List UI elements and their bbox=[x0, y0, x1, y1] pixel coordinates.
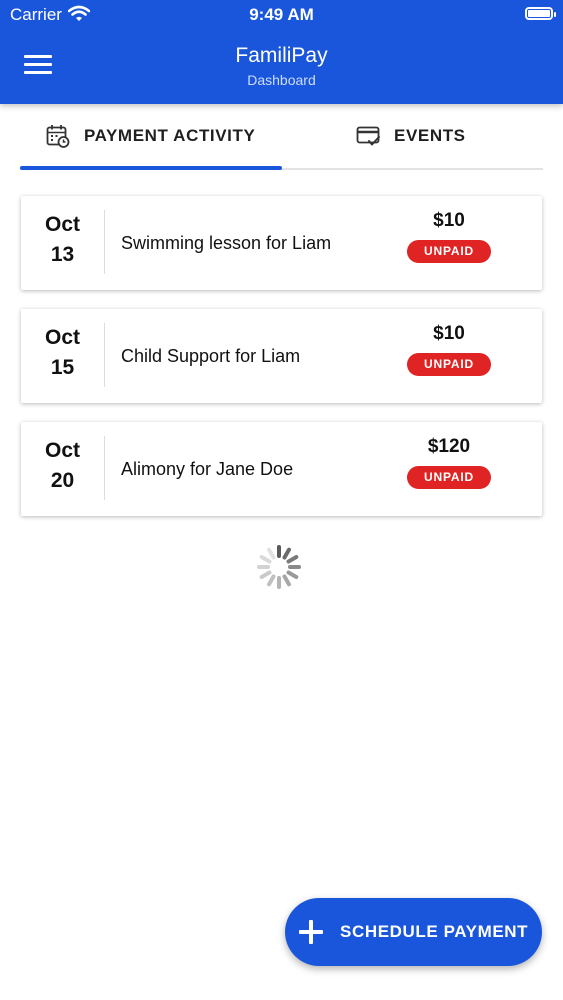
status-badge: UNPAID bbox=[407, 466, 491, 489]
payment-amount-group: $10 UNPAID bbox=[399, 323, 499, 376]
status-badge: UNPAID bbox=[407, 240, 491, 263]
schedule-payment-button[interactable]: SCHEDULE PAYMENT bbox=[285, 898, 542, 966]
battery-icon bbox=[525, 7, 556, 20]
status-badge: UNPAID bbox=[407, 353, 491, 376]
payment-description: Swimming lesson for Liam bbox=[121, 232, 332, 253]
calendar-clock-icon bbox=[46, 124, 70, 148]
schedule-payment-label: SCHEDULE PAYMENT bbox=[340, 922, 529, 941]
header-title-group: FamiliPay Dashboard bbox=[0, 44, 563, 88]
tab-payment-activity[interactable]: PAYMENT ACTIVITY bbox=[20, 104, 282, 170]
payment-amount: $10 bbox=[433, 210, 465, 231]
payment-day: 20 bbox=[50, 469, 75, 492]
payment-card[interactable]: Oct 20 Alimony for Jane Doe $120 UNPAID bbox=[21, 422, 542, 516]
active-tab-indicator bbox=[20, 166, 282, 170]
payment-card[interactable]: Oct 15 Child Support for Liam $10 UNPAID bbox=[21, 309, 542, 403]
payment-description: Child Support for Liam bbox=[121, 345, 301, 366]
card-check-icon bbox=[356, 124, 380, 148]
card-divider bbox=[104, 323, 105, 387]
payment-day: 15 bbox=[50, 356, 75, 379]
payment-day: 13 bbox=[50, 243, 75, 266]
tab-events-label: EVENTS bbox=[394, 126, 466, 145]
card-divider bbox=[104, 210, 105, 274]
app-bar: Carrier 9:49 AM FamiliPay Dashboard bbox=[0, 0, 563, 104]
payment-month: Oct bbox=[44, 439, 80, 462]
plus-icon bbox=[299, 920, 323, 944]
payment-amount-group: $10 UNPAID bbox=[399, 210, 499, 263]
status-bar: Carrier 9:49 AM bbox=[0, 0, 563, 30]
payment-date: Oct 13 bbox=[21, 196, 104, 290]
loading-spinner-icon bbox=[255, 543, 303, 591]
payment-amount-group: $120 UNPAID bbox=[399, 436, 499, 489]
payment-amount: $120 bbox=[427, 436, 471, 457]
app-title: FamiliPay bbox=[235, 44, 328, 67]
payment-card[interactable]: Oct 13 Swimming lesson for Liam $10 UNPA… bbox=[21, 196, 542, 290]
payment-date: Oct 15 bbox=[21, 309, 104, 403]
card-divider bbox=[104, 436, 105, 500]
tab-payment-activity-label: PAYMENT ACTIVITY bbox=[84, 126, 256, 145]
payment-month: Oct bbox=[44, 326, 80, 349]
payment-month: Oct bbox=[44, 213, 80, 236]
tab-bar: PAYMENT ACTIVITY EVENTS bbox=[20, 104, 543, 170]
payment-date: Oct 20 bbox=[21, 422, 104, 516]
payment-amount: $10 bbox=[433, 323, 465, 344]
tab-events[interactable]: EVENTS bbox=[282, 104, 543, 168]
status-time: 9:49 AM bbox=[249, 5, 314, 24]
app-subtitle: Dashboard bbox=[247, 72, 316, 88]
payment-description: Alimony for Jane Doe bbox=[121, 458, 294, 479]
